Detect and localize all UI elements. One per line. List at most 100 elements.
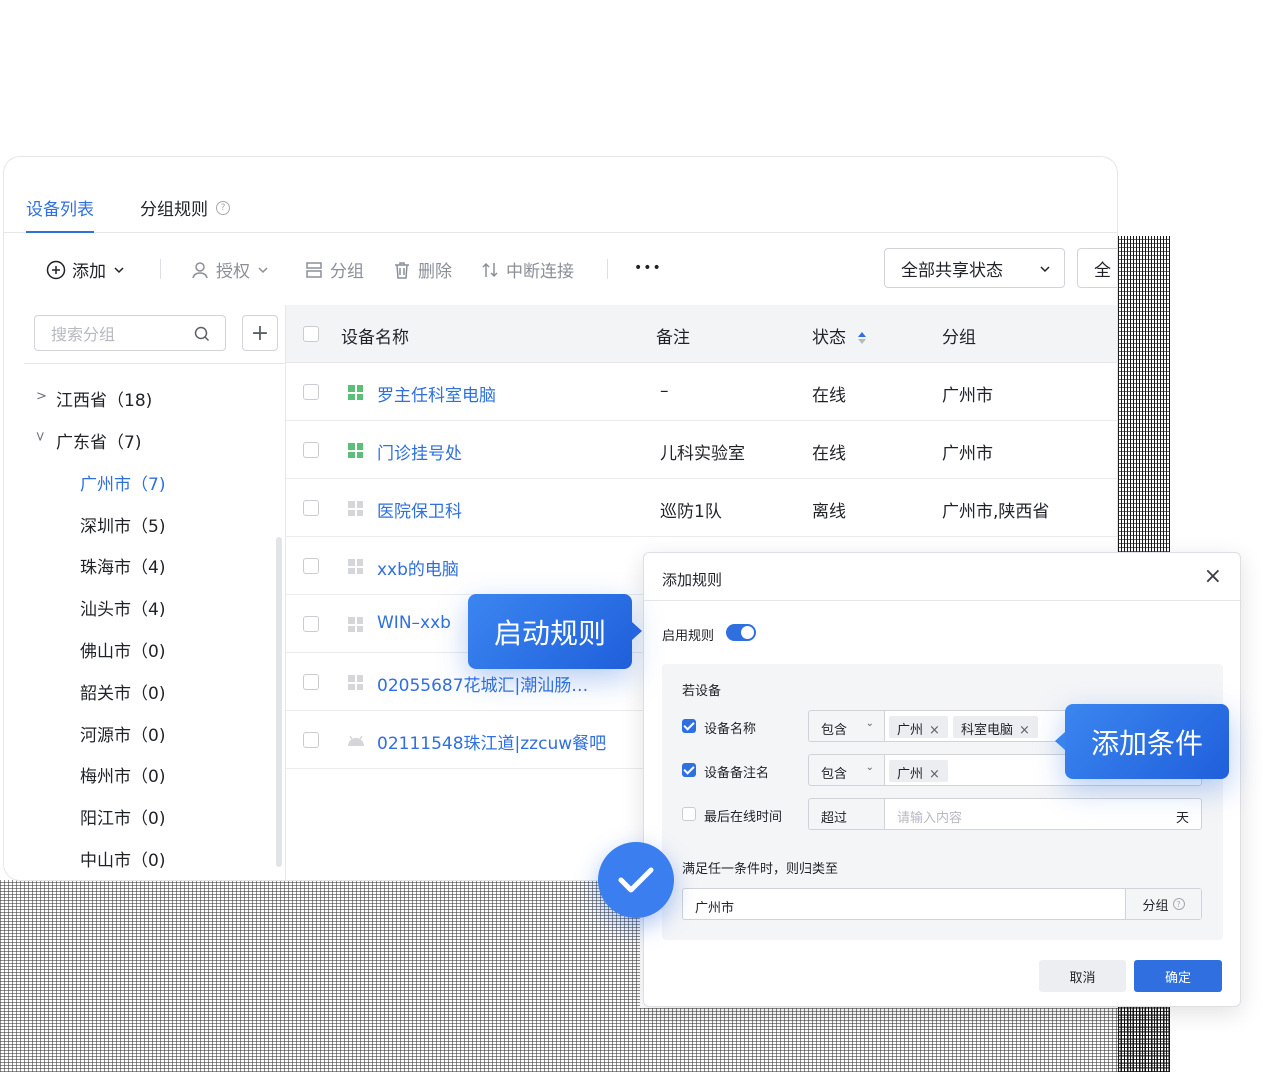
share-status-select[interactable]: 全部共享状态 [884,248,1065,288]
device-name-link[interactable]: WIN–xxb [377,613,451,633]
device-group: 广州市 [942,386,993,406]
group-button[interactable]: 分组 [304,257,364,282]
device-name-link[interactable]: 02111548珠江道|zzcuw餐吧 [377,729,606,754]
then-classify-title: 满足任一条件时，则归类至 [682,862,839,877]
tab-device-list[interactable]: 设备列表 [26,195,94,233]
tree-item-heyuan[interactable]: 河源市（0) [80,721,165,746]
decorative-noise-bottom-left [0,880,640,1072]
row-checkbox[interactable] [303,674,319,690]
target-group-suffix-label: 分组 [1142,898,1169,914]
row-checkbox[interactable] [303,500,319,516]
row-checkbox[interactable] [303,616,319,632]
header-status[interactable]: 状态 [812,323,867,348]
condition-checkbox[interactable] [682,807,696,821]
chevron-down-icon [258,266,268,273]
last-online-days-input[interactable]: 请输入内容 天 [884,798,1202,830]
condition-label: 最后在线时间 [704,810,783,825]
value-tag: 广州 × [889,716,948,738]
add-group-button[interactable]: + [242,315,278,351]
authorize-button[interactable]: 授权 [190,257,270,282]
header-note: 备注 [656,328,690,348]
condition-checkbox[interactable] [682,763,696,777]
tree-item-foshan[interactable]: 佛山市（0) [80,637,165,662]
delete-button[interactable]: 删除 [392,257,452,282]
chevron-down-icon [114,266,124,273]
row-checkbox[interactable] [303,732,319,748]
disconnect-icon [482,262,498,277]
toolbar-divider [607,259,608,279]
tree-item-guangzhou[interactable]: 广州市（7) [80,470,165,495]
table-row[interactable]: 门诊挂号处 儿科实验室 在线 广州市 [286,421,1117,479]
tree-item-shaoguan[interactable]: 韶关市（0) [80,679,165,704]
target-group-suffix[interactable]: 分组 ? [1125,889,1201,919]
value-tag: 科室电脑 × [953,716,1038,738]
enable-rule-toggle[interactable] [726,624,756,641]
tree-item-shenzhen[interactable]: 深圳市（5) [80,512,165,537]
tree-item-jiangxi[interactable]: 江西省（18) [56,386,152,411]
tree-item-zhongshan[interactable]: 中山市（0) [80,846,165,871]
device-status: 在线 [812,444,846,464]
confirm-button[interactable]: 确定 [1134,960,1222,992]
tree-item-shantou[interactable]: 汕头市（4) [80,595,165,620]
tag-close-icon[interactable]: × [929,723,940,738]
tag-close-icon[interactable]: × [929,767,940,782]
tag-close-icon[interactable]: × [1019,723,1030,738]
condition-operator-value: 包含 [821,723,848,738]
sidebar-scrollbar[interactable] [276,537,282,867]
sort-icon[interactable] [857,331,867,345]
last-online-unit: 天 [1175,811,1189,826]
check-badge [598,842,674,918]
tree-item-yangjiang[interactable]: 阳江市（0) [80,804,165,829]
device-name-link[interactable]: 02055687花城汇|潮汕肠… [377,671,588,696]
condition-operator-select[interactable]: 超过 [808,798,884,830]
tab-group-rules[interactable]: 分组规则 ? [140,195,230,220]
chevron-right-icon[interactable]: > [36,389,47,404]
windows-icon [348,501,363,516]
device-name-link[interactable]: 医院保卫科 [377,497,462,522]
device-name-link[interactable]: 罗主任科室电脑 [377,381,496,406]
condition-row-last-online: 最后在线时间 超过 请输入内容 天 [682,798,1202,830]
secondary-filter-select[interactable]: 全 [1077,248,1117,288]
select-all-checkbox[interactable] [303,326,319,342]
sidebar-divider [24,363,286,364]
device-name-link[interactable]: xxb的电脑 [377,555,459,580]
group-icon [306,261,322,278]
value-tag: 广州 × [889,760,948,782]
condition-checkbox[interactable] [682,719,696,733]
condition-operator-value: 包含 [821,767,848,782]
condition-operator-select[interactable]: 包含 ⌄ [808,710,884,742]
cancel-button[interactable]: 取消 [1039,960,1126,992]
close-icon[interactable]: × [1204,564,1222,589]
add-rule-dialog: 添加规则 × 启用规则 若设备 设备名称 包含 ⌄ 广州 × 科室电脑 × 设备… [643,552,1242,1007]
last-online-placeholder: 请输入内容 [897,811,963,826]
user-icon [192,261,208,278]
plus-circle-icon [46,260,66,279]
search-icon [194,326,210,342]
add-button[interactable]: 添加 [46,257,126,282]
device-note: 儿科实验室 [660,444,745,464]
help-icon[interactable]: ? [216,200,230,215]
group-search-placeholder: 搜索分组 [51,325,116,344]
row-checkbox[interactable] [303,558,319,574]
condition-label: 设备名称 [704,722,757,737]
if-device-title: 若设备 [682,684,722,699]
row-checkbox[interactable] [303,384,319,400]
start-rule-callout: 启动规则 [468,594,642,669]
table-row[interactable]: 罗主任科室电脑 – 在线 广州市 [286,363,1117,421]
tree-item-meizhou[interactable]: 梅州市（0) [80,762,165,787]
device-name-link[interactable]: 门诊挂号处 [377,439,462,464]
tab-bar: 设备列表 分组规则 ? [4,157,1117,233]
row-checkbox[interactable] [303,442,319,458]
check-icon [618,867,654,893]
group-search-input[interactable]: 搜索分组 [34,315,226,351]
chevron-down-icon[interactable]: > [32,431,47,442]
disconnect-button-label: 中断连接 [506,262,574,282]
table-row[interactable]: 医院保卫科 巡防1队 离线 广州市,陕西省 [286,479,1117,537]
disconnect-button[interactable]: 中断连接 [480,257,574,282]
target-group-input[interactable]: 广州市 分组 ? [682,888,1202,920]
tree-item-zhuhai[interactable]: 珠海市（4) [80,553,165,578]
chevron-down-icon: ⌄ [865,762,874,773]
more-icon[interactable]: ••• [634,260,662,276]
tree-item-guangdong[interactable]: 广东省（7) [56,428,141,453]
condition-operator-select[interactable]: 包含 ⌄ [808,754,884,786]
